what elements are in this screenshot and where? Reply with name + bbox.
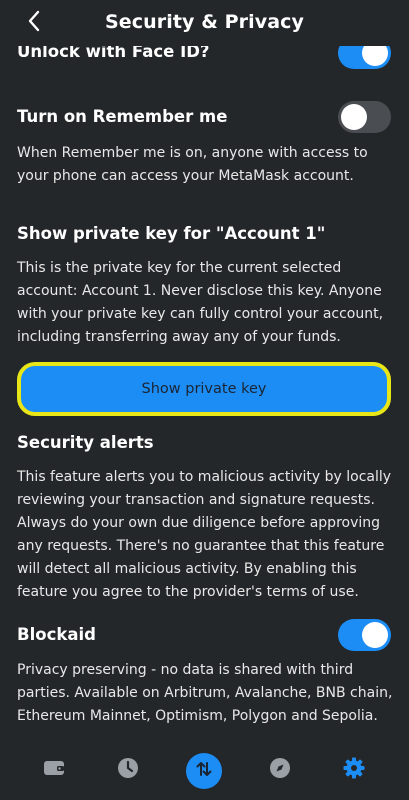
clock-icon [117,757,139,783]
blockaid-label: Blockaid [17,625,96,644]
show-private-key-label: Show private key [141,381,267,397]
show-private-key-button[interactable]: Show private key [17,362,391,416]
nav-activity[interactable] [108,750,148,790]
swap-arrows-icon [194,759,214,783]
remember-me-label: Turn on Remember me [17,107,228,126]
private-key-description: This is the private key for the current … [17,260,384,345]
security-alerts-title: Security alerts [17,433,154,452]
wallet-icon [42,758,66,782]
gear-icon [342,756,366,784]
toggle-knob [341,104,367,130]
compass-icon [269,757,291,783]
bottom-nav [0,742,409,800]
remember-me-description: When Remember me is on, anyone with acce… [17,145,368,184]
nav-swap[interactable] [186,753,222,789]
blockaid-description: Privacy preserving - no data is shared w… [17,662,393,724]
nav-wallet[interactable] [34,750,74,790]
page-title: Security & Privacy [105,11,304,33]
remember-me-toggle[interactable] [338,101,391,133]
security-alerts-description: This feature alerts you to malicious act… [17,469,392,600]
toggle-knob [362,622,388,648]
private-key-title: Show private key for "Account 1" [17,224,326,243]
blockaid-toggle[interactable] [338,619,391,651]
nav-explore[interactable] [260,750,300,790]
nav-settings[interactable] [334,750,374,790]
header: Security & Privacy [0,0,409,46]
